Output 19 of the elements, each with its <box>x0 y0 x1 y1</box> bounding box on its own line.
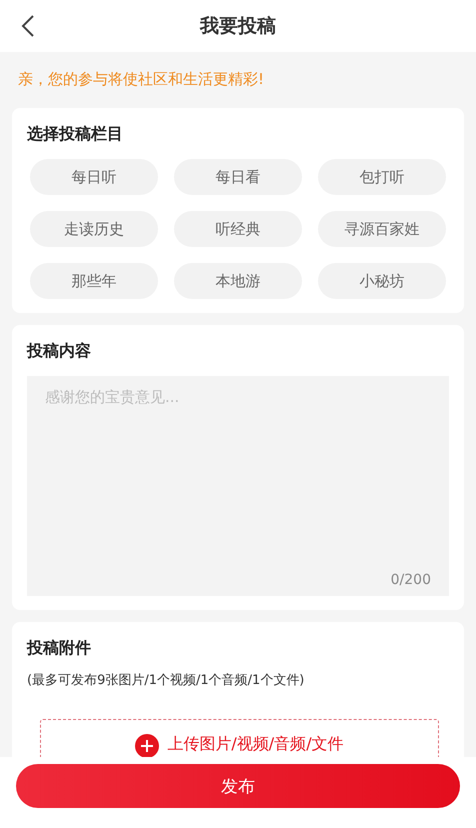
section-title: 投稿附件 <box>27 638 92 659</box>
notice-text: 亲，您的参与将使社区和生活更精彩! <box>17 69 266 90</box>
category-chip[interactable]: 每日听 <box>30 159 158 195</box>
category-chip[interactable]: 包打听 <box>318 159 446 195</box>
category-chip[interactable]: 小秘坊 <box>318 263 446 299</box>
submit-button[interactable]: 发布 <box>16 764 460 808</box>
page-title: 我要投稿 <box>200 14 276 39</box>
section-title: 选择投稿栏目 <box>27 124 124 145</box>
category-chip[interactable]: 寻源百家姓 <box>318 211 446 247</box>
back-icon <box>21 14 35 38</box>
category-chip[interactable]: 本地游 <box>174 263 302 299</box>
upload-button[interactable]: 上传图片/视频/音频/文件 <box>40 719 439 757</box>
section-title: 投稿内容 <box>27 341 92 362</box>
attachment-hint: (最多可发布9张图片/1个视频/1个音频/1个文件) <box>27 672 306 689</box>
category-chip[interactable]: 每日看 <box>174 159 302 195</box>
char-counter: 0/200 <box>390 572 431 588</box>
category-chip[interactable]: 走读历史 <box>30 211 158 247</box>
category-chip[interactable]: 那些年 <box>30 263 158 299</box>
category-chip[interactable]: 听经典 <box>174 211 302 247</box>
